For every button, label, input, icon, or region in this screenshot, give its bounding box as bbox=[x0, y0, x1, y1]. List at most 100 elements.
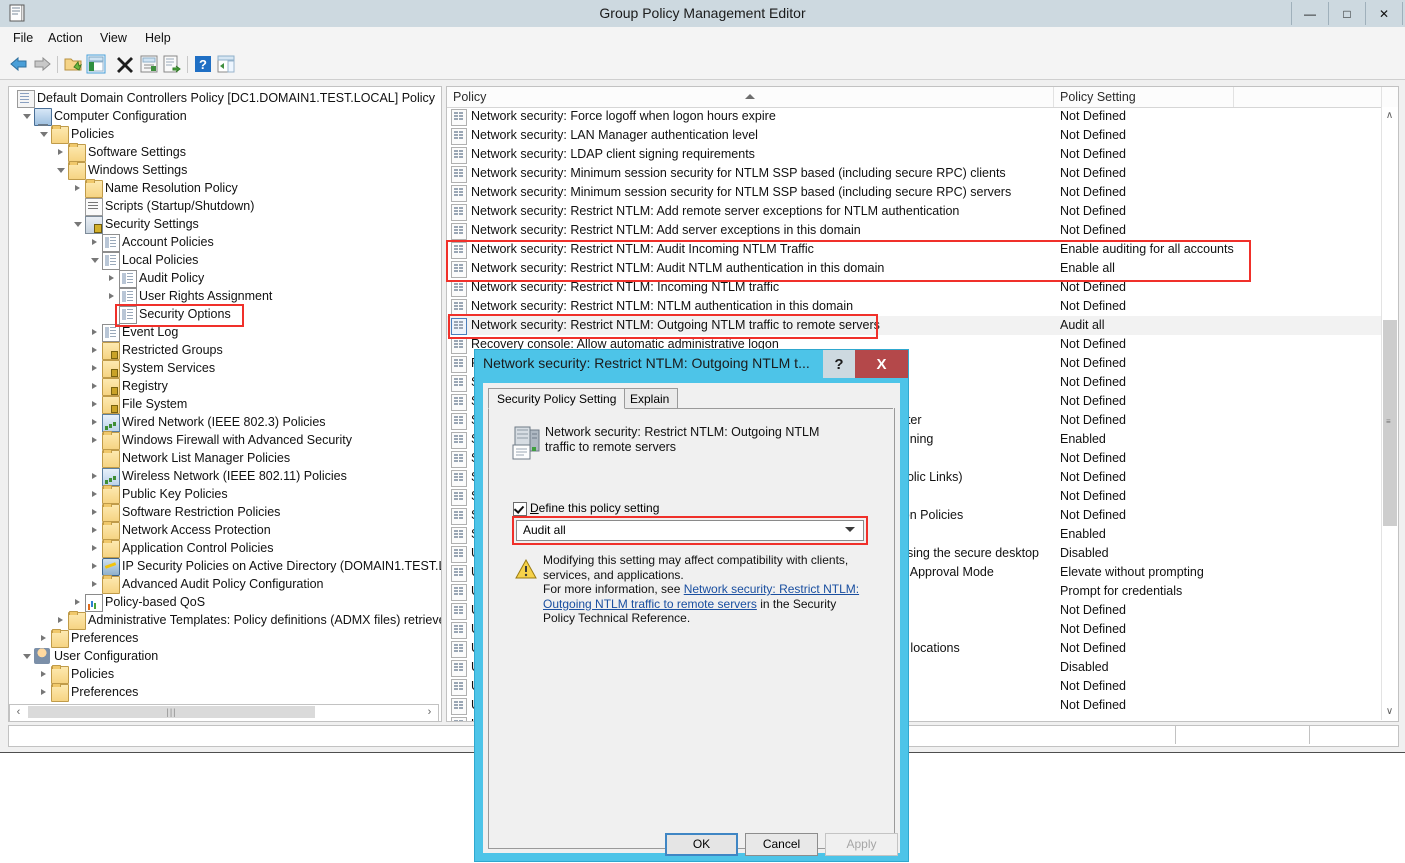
policy-list-row[interactable]: Network security: Minimum session securi… bbox=[447, 164, 1398, 183]
expand-triangle-icon[interactable] bbox=[90, 503, 100, 521]
policy-list-row[interactable]: Network security: Restrict NTLM: Add rem… bbox=[447, 202, 1398, 221]
policy-list-row[interactable]: Network security: Force logoff when logo… bbox=[447, 107, 1398, 126]
expand-triangle-icon[interactable] bbox=[90, 395, 100, 413]
tree-item-name-resolution-policy[interactable]: Name Resolution Policy bbox=[9, 179, 441, 198]
up-folder-icon[interactable] bbox=[63, 54, 83, 74]
properties-icon[interactable] bbox=[139, 54, 159, 74]
tree-item-system-services[interactable]: System Services bbox=[9, 359, 441, 378]
tree-scroll-left-button[interactable]: ‹ bbox=[10, 705, 27, 719]
tree-item-windows-firewall-with-advanced-security[interactable]: Windows Firewall with Advanced Security bbox=[9, 431, 441, 450]
expand-triangle-icon[interactable] bbox=[90, 431, 100, 449]
tree-item-security-settings[interactable]: Security Settings bbox=[9, 215, 441, 234]
menu-view[interactable]: View bbox=[100, 31, 127, 45]
tree-item-wired-network-ieee-802-3-policies[interactable]: Wired Network (IEEE 802.3) Policies bbox=[9, 413, 441, 432]
tree-item-network-access-protection[interactable]: Network Access Protection bbox=[9, 521, 441, 540]
define-policy-checkbox[interactable] bbox=[513, 502, 527, 516]
expand-triangle-icon[interactable] bbox=[39, 683, 49, 701]
tree-item-registry[interactable]: Registry bbox=[9, 377, 441, 396]
list-scroll-down-button[interactable]: ∨ bbox=[1382, 703, 1397, 720]
tree-item-local-policies[interactable]: Local Policies bbox=[9, 251, 441, 270]
list-scroll-thumb[interactable]: ≡ bbox=[1383, 320, 1397, 526]
back-icon[interactable] bbox=[9, 54, 29, 74]
list-scroll-up-button[interactable]: ∧ bbox=[1382, 107, 1397, 124]
collapse-triangle-icon[interactable] bbox=[73, 215, 83, 233]
tree-scroll-right-button[interactable]: › bbox=[421, 705, 438, 719]
dialog-help-button[interactable]: ? bbox=[823, 350, 855, 378]
show-action-pane-icon[interactable] bbox=[216, 54, 236, 74]
expand-triangle-icon[interactable] bbox=[107, 287, 117, 305]
expand-triangle-icon[interactable] bbox=[90, 467, 100, 485]
expand-triangle-icon[interactable] bbox=[73, 593, 83, 611]
expand-triangle-icon[interactable] bbox=[56, 143, 66, 161]
expand-triangle-icon[interactable] bbox=[39, 665, 49, 683]
tree-item-network-list-manager-policies[interactable]: Network List Manager Policies bbox=[9, 449, 441, 468]
export-list-icon[interactable] bbox=[162, 54, 182, 74]
policy-list-row[interactable]: Network security: Restrict NTLM: Add ser… bbox=[447, 221, 1398, 240]
tree-item-restricted-groups[interactable]: Restricted Groups bbox=[9, 341, 441, 360]
menu-file[interactable]: File bbox=[13, 31, 33, 45]
tree-item-application-control-policies[interactable]: Application Control Policies bbox=[9, 539, 441, 558]
tree-item-public-key-policies[interactable]: Public Key Policies bbox=[9, 485, 441, 504]
console-tree[interactable]: Default Domain Controllers Policy [DC1.D… bbox=[9, 89, 441, 702]
policy-list-row[interactable]: Network security: Minimum session securi… bbox=[447, 183, 1398, 202]
show-hide-console-tree-icon[interactable] bbox=[86, 54, 106, 74]
tree-item-ip-security-policies-on-active-directory[interactable]: IP Security Policies on Active Directory… bbox=[9, 557, 441, 576]
expand-triangle-icon[interactable] bbox=[73, 179, 83, 197]
menu-action[interactable]: Action bbox=[48, 31, 83, 45]
tree-item-user-configuration[interactable]: User Configuration bbox=[9, 647, 441, 665]
collapse-triangle-icon[interactable] bbox=[90, 251, 100, 269]
expand-triangle-icon[interactable] bbox=[90, 485, 100, 503]
expand-triangle-icon[interactable] bbox=[90, 323, 100, 341]
tree-item-software-settings[interactable]: Software Settings bbox=[9, 143, 441, 162]
tab-explain[interactable]: Explain bbox=[621, 388, 679, 409]
tree-item-file-system[interactable]: File System bbox=[9, 395, 441, 414]
tree-item-software-restriction-policies[interactable]: Software Restriction Policies bbox=[9, 503, 441, 522]
tree-item-scripts-startup-shutdown[interactable]: Scripts (Startup/Shutdown) bbox=[9, 197, 441, 216]
tree-item-user-rights-assignment[interactable]: User Rights Assignment bbox=[9, 287, 441, 306]
tree-item-default-domain-controllers-policy-dc1-do[interactable]: Default Domain Controllers Policy [DC1.D… bbox=[9, 89, 441, 108]
tree-item-audit-policy[interactable]: Audit Policy bbox=[9, 269, 441, 288]
tree-item-wireless-network-ieee-802-11-policies[interactable]: Wireless Network (IEEE 802.11) Policies bbox=[9, 467, 441, 486]
console-tree-pane[interactable]: Default Domain Controllers Policy [DC1.D… bbox=[8, 86, 442, 722]
tree-item-computer-configuration[interactable]: Computer Configuration bbox=[9, 107, 441, 126]
forward-icon[interactable] bbox=[32, 54, 52, 74]
tree-item-preferences[interactable]: Preferences bbox=[9, 629, 441, 648]
collapse-triangle-icon[interactable] bbox=[39, 125, 49, 143]
collapse-triangle-icon[interactable] bbox=[56, 161, 66, 179]
cancel-button[interactable]: Cancel bbox=[745, 833, 818, 856]
expand-triangle-icon[interactable] bbox=[39, 629, 49, 647]
collapse-triangle-icon[interactable] bbox=[22, 647, 32, 665]
help-icon[interactable]: ? bbox=[193, 54, 213, 74]
tree-item-preferences[interactable]: Preferences bbox=[9, 683, 441, 702]
tree-item-policy-based-qos[interactable]: Policy-based QoS bbox=[9, 593, 441, 612]
expand-triangle-icon[interactable] bbox=[56, 611, 66, 629]
tree-item-policies[interactable]: Policies bbox=[9, 665, 441, 684]
tree-item-advanced-audit-policy-configuration[interactable]: Advanced Audit Policy Configuration bbox=[9, 575, 441, 594]
dialog-close-button[interactable]: X bbox=[855, 350, 908, 378]
tree-item-policies[interactable]: Policies bbox=[9, 125, 441, 144]
apply-button[interactable]: Apply bbox=[825, 833, 898, 856]
column-header-filler[interactable] bbox=[1234, 87, 1382, 107]
expand-triangle-icon[interactable] bbox=[90, 521, 100, 539]
expand-triangle-icon[interactable] bbox=[90, 359, 100, 377]
expand-triangle-icon[interactable] bbox=[107, 269, 117, 287]
expand-triangle-icon[interactable] bbox=[90, 539, 100, 557]
ok-button[interactable]: OK bbox=[665, 833, 738, 856]
tree-item-windows-settings[interactable]: Windows Settings bbox=[9, 161, 441, 180]
close-button[interactable]: ✕ bbox=[1366, 2, 1403, 25]
expand-triangle-icon[interactable] bbox=[90, 341, 100, 359]
expand-triangle-icon[interactable] bbox=[90, 413, 100, 431]
policy-list-row[interactable]: Network security: LDAP client signing re… bbox=[447, 145, 1398, 164]
list-vertical-scrollbar[interactable]: ∧ ∨ ≡ bbox=[1381, 107, 1398, 720]
tree-horizontal-scrollbar[interactable]: ‹ › ||| bbox=[9, 704, 439, 722]
delete-icon[interactable] bbox=[115, 54, 135, 74]
menu-help[interactable]: Help bbox=[145, 31, 171, 45]
column-header-policy-setting[interactable]: Policy Setting bbox=[1054, 87, 1234, 107]
expand-triangle-icon[interactable] bbox=[90, 233, 100, 251]
tab-security-policy-setting[interactable]: Security Policy Setting bbox=[488, 388, 626, 409]
collapse-triangle-icon[interactable] bbox=[22, 107, 32, 125]
tree-item-administrative-templates-policy-definiti[interactable]: Administrative Templates: Policy definit… bbox=[9, 611, 441, 630]
policy-list-row[interactable]: Network security: LAN Manager authentica… bbox=[447, 126, 1398, 145]
maximize-button[interactable]: □ bbox=[1329, 2, 1366, 25]
tree-scroll-thumb[interactable]: ||| bbox=[28, 706, 315, 718]
